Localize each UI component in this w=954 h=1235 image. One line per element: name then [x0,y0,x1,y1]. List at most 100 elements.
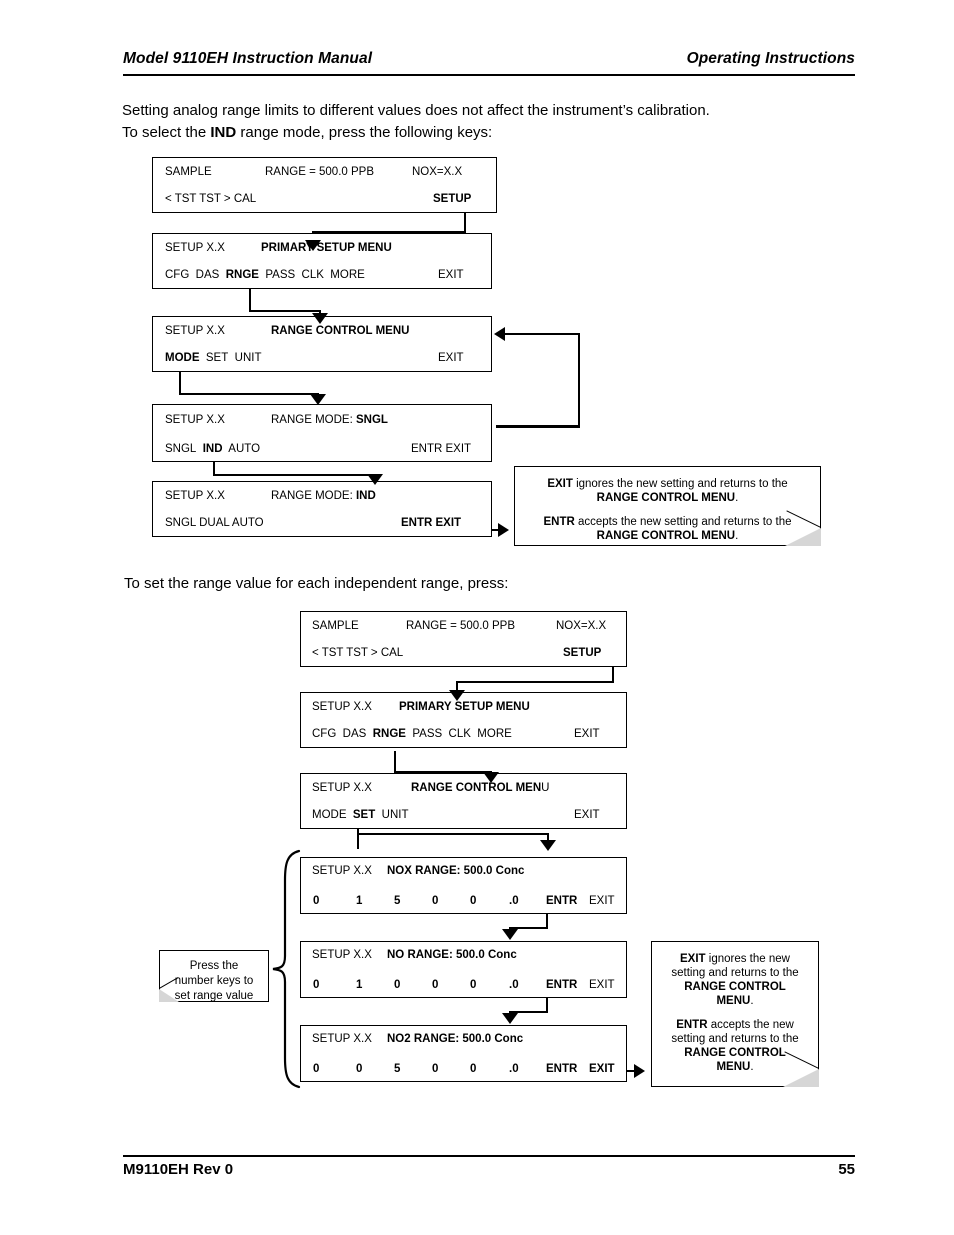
feedback-loop-bottom [496,425,580,428]
intro-line-2-bold: IND [210,124,237,141]
range-mode-ind-entr-exit[interactable]: ENTR EXIT [401,517,461,529]
sample-screen[interactable]: SAMPLE RANGE = 500.0 PPB NOX=X.X < TST T… [152,157,497,213]
digit-key-3[interactable]: 5 [394,1063,400,1075]
setup-version-label: SETUP X.X [165,490,225,502]
digit-key-2[interactable]: 1 [356,895,362,907]
range-mode-sngl-screen[interactable]: SETUP X.X RANGE MODE: SNGL SNGL IND AUTO… [152,404,492,462]
arrow-feedback-to-range-control [494,327,505,341]
range-control-softkeys[interactable]: MODE SET UNIT [165,352,261,364]
range-control-exit-button[interactable]: EXIT [574,809,600,821]
entr-button[interactable]: ENTR [546,979,577,991]
digit-key-2[interactable]: 1 [356,979,362,991]
range-mode-sngl-entr-exit[interactable]: ENTR EXIT [411,443,471,455]
setup-version-label: SETUP X.X [312,701,372,713]
no2-range-title: NO2 RANGE: 500.0 Conc [387,1033,524,1045]
folded-corner-icon [159,989,179,1002]
digit-key-1[interactable]: 0 [313,1063,319,1075]
rnge-button[interactable]: RNGE [373,728,406,740]
primary-setup-exit-button[interactable]: EXIT [574,728,600,740]
range-screens-brace [271,848,301,1090]
second-paragraph: To set the range value for each independ… [124,573,724,595]
primary-setup-softkeys[interactable]: CFG DAS RNGE PASS CLK MORE [165,269,365,281]
range-mode-ind-screen[interactable]: SETUP X.X RANGE MODE: IND SNGL DUAL AUTO… [152,481,492,537]
exit-button[interactable]: EXIT [589,895,615,907]
entr-button[interactable]: ENTR [546,895,577,907]
setup-version-label: SETUP X.X [312,949,372,961]
range-mode-ind-title: RANGE MODE: IND [271,490,376,502]
connector-sample-to-primary-v1 [464,211,466,233]
footer-divider [123,1155,855,1157]
set-button[interactable]: SET [353,809,375,821]
range-mode-sngl-softkeys[interactable]: SNGL IND AUTO [165,443,260,455]
nox-range-screen[interactable]: SETUP X.X NOX RANGE: 500.0 Conc 0 1 5 0 … [300,857,627,914]
digit-key-6[interactable]: .0 [509,1063,519,1075]
connector-primary-to-range-v1 [249,288,251,312]
exit-button[interactable]: EXIT [589,1063,615,1075]
digit-key-4[interactable]: 0 [432,979,438,991]
range-control-menu-screen[interactable]: SETUP X.X RANGE CONTROL MENU MODE SET UN… [300,773,627,829]
exit-button[interactable]: EXIT [589,979,615,991]
digit-key-2[interactable]: 0 [356,1063,362,1075]
header-divider [123,74,855,76]
primary-setup-softkeys[interactable]: CFG DAS RNGE PASS CLK MORE [312,728,512,740]
d2-arrow-sample-to-primary [449,690,465,701]
primary-setup-exit-button[interactable]: EXIT [438,269,464,281]
second-paragraph-text: To set the range value for each independ… [124,575,509,592]
intro-line-2-suffix: range mode, press the following keys: [236,124,493,141]
sample-range-value: RANGE = 500.0 PPB [406,620,515,632]
sample-screen[interactable]: SAMPLE RANGE = 500.0 PPB NOX=X.X < TST T… [300,611,627,667]
range-control-exit-button[interactable]: EXIT [438,352,464,364]
arrow-sngl-to-ind [367,474,383,485]
setup-version-label: SETUP X.X [312,1033,372,1045]
digit-key-5[interactable]: 0 [470,979,476,991]
nox-range-title: NOX RANGE: 500.0 Conc [387,865,525,877]
arrow-range-to-sngl [310,394,326,405]
range-mode-sngl-title: RANGE MODE: SNGL [271,414,388,426]
keypad-instruction-note: Press the number keys to set range value [159,950,269,1002]
range-control-softkeys[interactable]: MODE SET UNIT [312,809,409,821]
digit-key-6[interactable]: .0 [509,979,519,991]
sample-nox-value: NOX=X.X [556,620,607,632]
primary-setup-menu-screen[interactable]: SETUP X.X PRIMARY SETUP MENU CFG DAS RNG… [152,233,492,289]
feedback-loop-top [505,333,580,335]
range-control-menu-title: RANGE CONTROL MENU [411,782,550,794]
range-control-menu-screen[interactable]: SETUP X.X RANGE CONTROL MENU MODE SET UN… [152,316,492,372]
page-footer: M9110EH Rev 0 55 [123,1161,855,1178]
note-paragraph-entr: ENTR accepts the new setting and returns… [543,516,792,542]
digit-key-4[interactable]: 0 [432,895,438,907]
digit-key-5[interactable]: 0 [470,895,476,907]
digit-key-3[interactable]: 5 [394,895,400,907]
digit-key-1[interactable]: 0 [313,979,319,991]
range-mode-ind-softkeys[interactable]: SNGL DUAL AUTO [165,517,264,529]
digit-key-3[interactable]: 0 [394,979,400,991]
digit-key-4[interactable]: 0 [432,1063,438,1075]
sample-status: SAMPLE [165,166,212,178]
note-paragraph-entr: ENTR accepts the new setting and returns … [671,1019,799,1073]
intro-line-1: Setting analog range limits to different… [122,102,710,119]
d2-arrow-nox-to-no [502,929,518,940]
digit-key-5[interactable]: 0 [470,1063,476,1075]
ind-button[interactable]: IND [203,443,223,455]
setup-button[interactable]: SETUP [563,647,601,659]
page-header: Model 9110EH Instruction Manual Operatin… [123,50,855,68]
mode-button[interactable]: MODE [165,352,200,364]
rnge-button[interactable]: RNGE [226,269,259,281]
arrow-sample-to-primary [305,240,321,251]
folded-corner-icon [785,528,821,546]
entr-button[interactable]: ENTR [546,1063,577,1075]
setup-button[interactable]: SETUP [433,193,471,205]
sample-softkeys-left[interactable]: < TST TST > CAL [165,193,256,205]
footer-document-id: M9110EH Rev 0 [123,1161,234,1178]
sample-softkeys-left[interactable]: < TST TST > CAL [312,647,403,659]
exit-entr-note-2: EXIT ignores the new setting and returns … [651,941,819,1087]
digit-key-1[interactable]: 0 [313,895,319,907]
setup-version-label: SETUP X.X [312,865,372,877]
setup-version-label: SETUP X.X [312,782,372,794]
header-left-title: Model 9110EH Instruction Manual [123,50,373,67]
no2-range-screen[interactable]: SETUP X.X NO2 RANGE: 500.0 Conc 0 0 5 0 … [300,1025,627,1082]
keypad-note-text: Press the number keys to set range value [174,960,254,1002]
no-range-title: NO RANGE: 500.0 Conc [387,949,517,961]
digit-key-6[interactable]: .0 [509,895,519,907]
d2-arrow-no-to-no2 [502,1013,518,1024]
no-range-screen[interactable]: SETUP X.X NO RANGE: 500.0 Conc 0 1 0 0 0… [300,941,627,998]
